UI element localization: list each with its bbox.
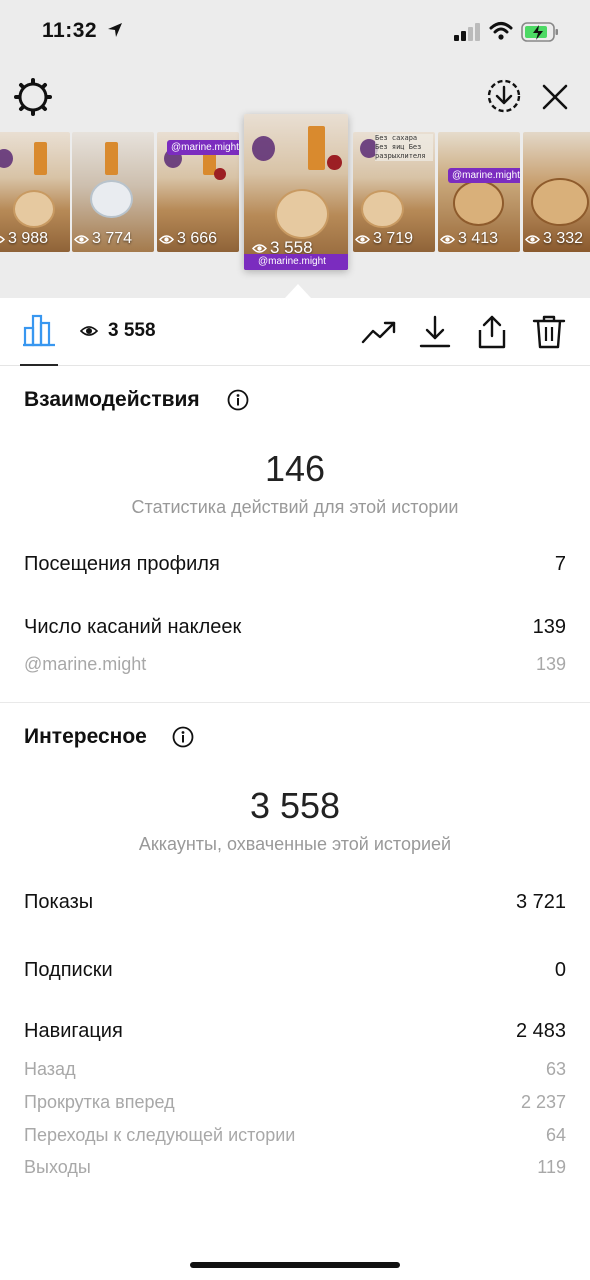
mention-sticker-label: @marine.might [24,654,147,674]
wifi-icon [489,22,513,40]
exits-label: Выходы [24,1157,91,1177]
story-views-count: 3 413 [458,230,499,247]
sticker-taps-label: Число касаний наклеек [24,616,242,638]
signal-icon [454,23,480,41]
story-text-note: Без сахара Без яиц Без разрыхлителя [375,134,433,161]
story-views: 3 719 [355,230,413,248]
trending-icon[interactable] [361,314,397,350]
story-thumbnail[interactable]: Без сахара Без яиц Без разрыхлителя 3 71… [353,132,435,252]
eye-icon [440,234,455,244]
story-thumbnail[interactable]: 3 774 [72,132,154,252]
impressions-value: 3 721 [515,891,566,913]
story-thumbnail[interactable]: 3 332 [523,132,590,252]
interactions-caption: Статистика действий для этой истории [131,497,459,517]
accounts-reached-caption: Аккаунты, охваченные этой историей [138,834,452,854]
gear-icon[interactable] [14,78,52,116]
story-views: 3 413 [440,230,498,248]
eye-icon [252,243,267,253]
story-views-count: 3 666 [177,230,218,247]
eye-icon [0,235,5,243]
selected-story-pointer [285,284,311,298]
follows-label: Подписки [24,959,113,981]
views-count: 3 558 [108,320,156,341]
share-icon[interactable] [474,314,510,350]
story-views: 3 774 [74,230,132,248]
discovery-section: Интересное 3 558 Аккаунты, охваченные эт… [0,703,590,1223]
eye-icon [159,234,174,244]
eye-icon [74,234,89,244]
mention-sticker-value: 139 [535,654,566,674]
story-thumbnail[interactable]: @marine.might 3 413 [438,132,520,252]
story-thumbnails: 3 988 3 774 @marine.might 3 666 3 558 @m… [0,114,590,274]
next-story-value: 64 [545,1125,566,1145]
bar-chart-icon[interactable] [22,313,58,347]
story-thumbnail-selected[interactable]: 3 558 @marine.might [244,114,348,270]
sticker-taps-value: 139 [532,616,566,638]
impressions-label: Показы [24,891,94,913]
profile-visits-label: Посещения профиля [24,553,220,575]
forward-value: 2 237 [520,1092,566,1112]
location-arrow-icon [108,23,122,37]
story-views: 3 988 [0,230,48,248]
eye-icon [355,234,370,244]
status-time: 11:32 [42,19,98,42]
story-views: 3 332 [525,230,583,248]
battery-charging-icon [521,22,558,42]
interactions-total: 146 [264,448,326,489]
insights-toolbar: 3 558 [0,298,590,366]
info-icon[interactable] [172,726,194,748]
back-value: 63 [545,1059,566,1079]
story-mention-tag: @marine.might [167,140,239,155]
save-story-icon[interactable] [485,77,523,115]
story-views-count: 3 332 [543,230,584,247]
story-thumbnail[interactable]: 3 988 [0,132,70,252]
accounts-reached-total: 3 558 [249,785,341,826]
story-thumbnail[interactable]: @marine.might 3 666 [157,132,239,252]
home-indicator [190,1262,400,1268]
close-icon[interactable] [540,82,570,112]
interactions-section: Взаимодействия 146 Статистика действий д… [0,366,590,702]
next-story-label: Переходы к следующей истории [24,1125,296,1145]
follows-value: 0 [554,959,566,981]
section-title: Взаимодействия [24,388,200,411]
story-views-count: 3 988 [8,230,49,247]
story-views-count: 3 774 [92,230,133,247]
info-icon[interactable] [227,389,249,411]
story-handle-bar: @marine.might [244,254,348,270]
story-views: 3 666 [159,230,217,248]
eye-icon [525,234,540,244]
story-mention-tag: @marine.might [448,168,520,183]
back-label: Назад [24,1059,76,1079]
exits-value: 119 [537,1157,566,1177]
navigation-label: Навигация [24,1020,123,1042]
status-bar: 11:32 [0,0,590,64]
story-views-count: 3 719 [373,230,414,247]
navigation-value: 2 483 [515,1020,566,1042]
profile-visits-value: 7 [554,553,566,575]
section-title: Интересное [24,725,147,748]
story-preview-area: 11:32 3 988 3 774 @marine.might 3 666 3 … [0,0,590,298]
forward-label: Прокрутка вперед [24,1092,175,1112]
eye-icon [80,326,98,336]
download-icon[interactable] [417,314,453,350]
trash-icon[interactable] [531,314,567,350]
